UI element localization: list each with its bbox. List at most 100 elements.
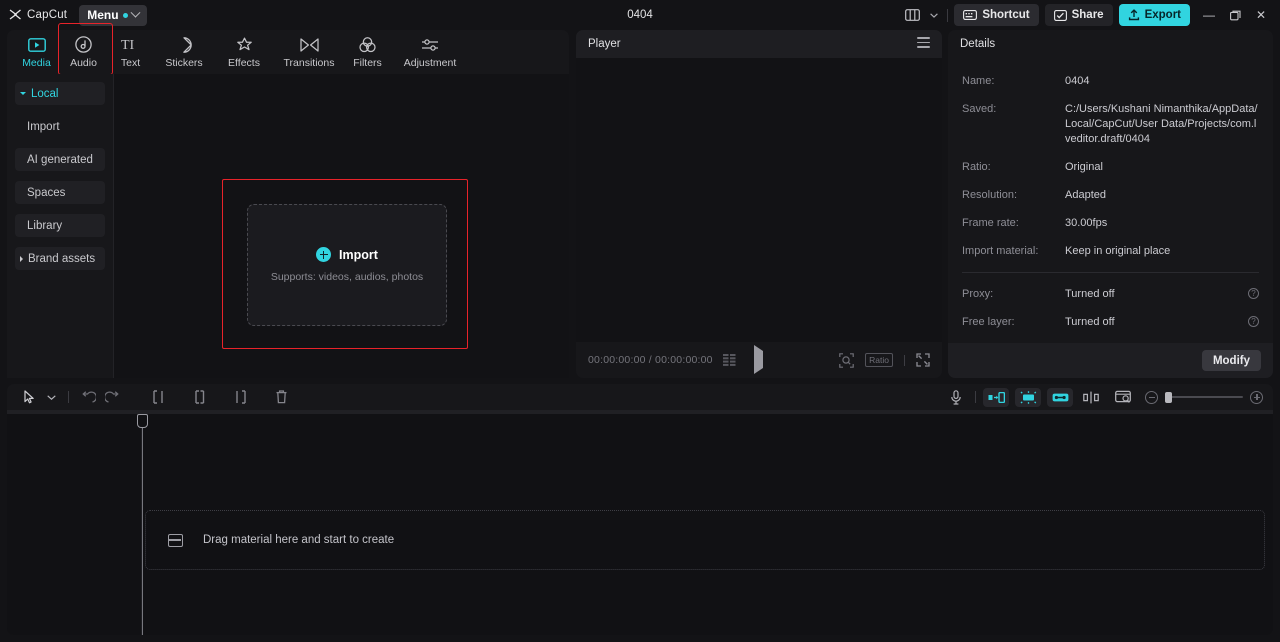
delete-trash-icon[interactable] xyxy=(269,387,293,407)
keyboard-icon xyxy=(963,10,978,20)
sidebar-item-brand-assets[interactable]: Brand assets xyxy=(15,247,105,270)
sidebar-item-spaces[interactable]: Spaces xyxy=(15,181,105,204)
sidebar-item-local[interactable]: Local xyxy=(15,82,105,105)
media-panel: Media Audio TI Text Stickers Effects Tra… xyxy=(7,23,569,378)
clip-out-icon[interactable] xyxy=(1047,387,1073,407)
tab-transitions[interactable]: Transitions xyxy=(274,30,344,69)
help-icon[interactable]: ? xyxy=(1248,288,1259,299)
shortcut-label: Shortcut xyxy=(982,9,1030,21)
layout-dropdown-button[interactable] xyxy=(927,4,941,26)
share-button[interactable]: Share xyxy=(1044,4,1113,26)
playhead[interactable] xyxy=(137,414,148,635)
redo-icon[interactable] xyxy=(100,387,124,407)
chevron-right-icon xyxy=(20,255,23,262)
preview-frame-icon[interactable] xyxy=(1111,387,1135,407)
tab-text[interactable]: TI Text xyxy=(107,30,154,69)
tab-media[interactable]: Media xyxy=(13,30,60,69)
shortcut-button[interactable]: Shortcut xyxy=(954,4,1039,26)
details-title: Details xyxy=(960,38,996,50)
timeline-tracks-area[interactable]: Drag material here and start to create xyxy=(7,414,1273,635)
microphone-icon[interactable] xyxy=(944,387,968,407)
layout-button[interactable] xyxy=(897,4,927,26)
media-video-icon xyxy=(27,35,46,54)
tab-filters[interactable]: Filters xyxy=(344,30,391,69)
undo-icon[interactable] xyxy=(76,387,100,407)
sidebar-item-library[interactable]: Library xyxy=(15,214,105,237)
split-marker-icon[interactable] xyxy=(1079,387,1103,407)
details-row-saved: Saved: C:/Users/Kushani Nimanthika/AppDa… xyxy=(962,102,1259,147)
player-stage[interactable] xyxy=(576,58,942,342)
sidebar-item-library-label: Library xyxy=(27,219,63,232)
sidebar-item-ai-generated[interactable]: AI generated xyxy=(15,148,105,171)
export-button[interactable]: Export xyxy=(1118,4,1190,26)
details-value: Original xyxy=(1065,161,1103,173)
zoom-out-icon[interactable] xyxy=(1145,390,1158,404)
modify-button[interactable]: Modify xyxy=(1201,350,1261,371)
import-label: Import xyxy=(339,247,378,262)
minimize-button[interactable]: — xyxy=(1196,0,1222,30)
magnifier-icon[interactable] xyxy=(839,352,854,368)
sidebar-item-import-label: Import xyxy=(27,120,60,133)
details-key: Name: xyxy=(962,75,995,87)
play-icon xyxy=(754,345,763,374)
details-divider xyxy=(962,272,1259,273)
details-value: Turned off xyxy=(1065,316,1115,328)
maximize-button[interactable] xyxy=(1222,0,1248,30)
hamburger-icon[interactable] xyxy=(917,37,930,51)
quality-bars-icon[interactable] xyxy=(722,354,738,366)
cursor-select-icon[interactable] xyxy=(17,387,41,407)
details-key: Resolution: xyxy=(962,189,1018,201)
auto-cut-icon[interactable] xyxy=(1015,387,1041,407)
playhead-handle[interactable] xyxy=(137,414,148,428)
details-key: Import material: xyxy=(962,245,1039,257)
player-right-controls: Ratio xyxy=(839,352,930,368)
tab-filters-label: Filters xyxy=(353,57,382,69)
close-button[interactable]: ✕ xyxy=(1248,0,1274,30)
sidebar-item-spaces-label: Spaces xyxy=(27,186,66,199)
divider xyxy=(975,391,976,403)
media-content-area: Import Supports: videos, audios, photos xyxy=(114,74,569,378)
capcut-window: CapCut Menu 0404 Shortcut Share Export —… xyxy=(0,0,1280,642)
help-icon[interactable]: ? xyxy=(1248,316,1259,327)
text-ti-icon: TI xyxy=(121,35,141,54)
details-panel: Details Name: 0404 Saved: C:/Users/Kusha… xyxy=(948,30,1273,378)
tab-stickers[interactable]: Stickers xyxy=(154,30,214,69)
adjustment-sliders-icon xyxy=(421,35,439,54)
divider xyxy=(904,354,905,366)
sticker-icon xyxy=(176,35,192,54)
tab-adjustment[interactable]: Adjustment xyxy=(391,30,469,69)
player-controls: 00:00:00:00 / 00:00:00:00 Ratio xyxy=(576,342,942,378)
timeline-zoom-slider[interactable] xyxy=(1145,390,1263,404)
split-right-icon[interactable] xyxy=(228,387,252,407)
player-panel: Player 00:00:00:00 / 00:00:00:00 Ratio xyxy=(576,30,942,378)
details-row-free-layer: Free layer: Turned off ? xyxy=(962,315,1259,330)
plus-circle-icon xyxy=(316,247,332,262)
details-key: Saved: xyxy=(962,103,997,115)
menu-button[interactable]: Menu xyxy=(79,4,147,26)
chevron-down-icon[interactable] xyxy=(41,387,61,407)
effects-sparkle-icon xyxy=(236,35,253,54)
zoom-track[interactable] xyxy=(1165,392,1243,403)
play-button[interactable] xyxy=(754,345,763,374)
split-left-icon[interactable] xyxy=(146,387,170,407)
sidebar-item-import[interactable]: Import xyxy=(15,115,105,138)
fullscreen-icon[interactable] xyxy=(916,353,930,367)
split-icon[interactable] xyxy=(187,387,211,407)
ratio-button[interactable]: Ratio xyxy=(865,353,893,367)
media-tabbar: Media Audio TI Text Stickers Effects Tra… xyxy=(7,23,569,75)
details-value: Adapted xyxy=(1065,189,1106,201)
zoom-knob[interactable] xyxy=(1165,392,1172,403)
import-dropzone[interactable]: Import Supports: videos, audios, photos xyxy=(247,204,447,326)
tab-effects[interactable]: Effects xyxy=(214,30,274,69)
details-key: Ratio: xyxy=(962,161,991,173)
zoom-in-icon[interactable] xyxy=(1250,390,1263,404)
details-row-frame-rate: Frame rate: 30.00fps xyxy=(962,216,1259,231)
export-label: Export xyxy=(1144,9,1181,21)
material-card-icon xyxy=(168,533,183,547)
import-row: Import xyxy=(316,247,378,262)
media-body: Local Import AI generated Spaces Library… xyxy=(7,74,569,378)
tab-audio[interactable]: Audio xyxy=(60,30,107,69)
clip-in-icon[interactable] xyxy=(983,387,1009,407)
timeline-dropzone[interactable]: Drag material here and start to create xyxy=(145,510,1265,570)
details-value: C:/Users/Kushani Nimanthika/AppData/Loca… xyxy=(1065,103,1258,145)
